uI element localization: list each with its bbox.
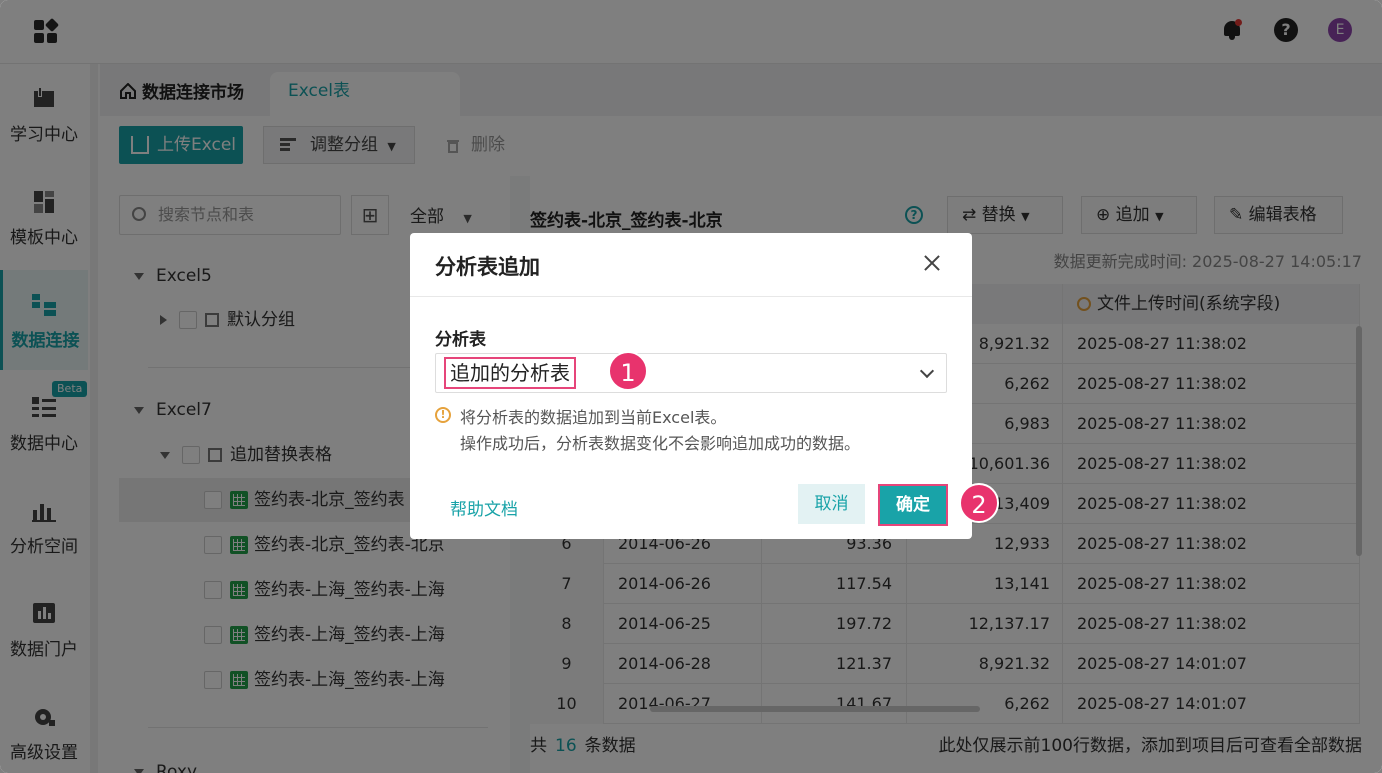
selected-value: 追加的分析表	[444, 357, 576, 389]
dialog-title: 分析表追加	[435, 255, 540, 279]
step-badge-1: 1	[608, 351, 648, 391]
warning-icon: !	[435, 407, 451, 423]
tip-line-1: 将分析表的数据追加到当前Excel表。	[460, 408, 727, 427]
step-badge-2: 2	[959, 483, 999, 523]
help-doc-link[interactable]: 帮助文档	[450, 495, 518, 520]
close-icon[interactable]	[920, 251, 944, 275]
field-label: 分析表	[435, 330, 486, 350]
tip-line-2: 操作成功后，分析表数据变化不会影响追加成功的数据。	[460, 434, 861, 453]
append-analysis-table-dialog: 分析表追加 分析表 追加的分析表 1 ! 将分析表的数据追加到当前Excel表。…	[410, 233, 999, 539]
chevron-down-icon	[919, 363, 935, 379]
analysis-table-select[interactable]: 追加的分析表	[435, 353, 947, 393]
app-window: ? E 学习中心 模板中心 数据连接 Beta 数据中心 分析空间 数据门户	[0, 0, 1382, 773]
cancel-button[interactable]: 取消	[798, 484, 865, 524]
confirm-button[interactable]: 确定	[878, 484, 948, 526]
dialog-header: 分析表追加	[410, 233, 972, 297]
